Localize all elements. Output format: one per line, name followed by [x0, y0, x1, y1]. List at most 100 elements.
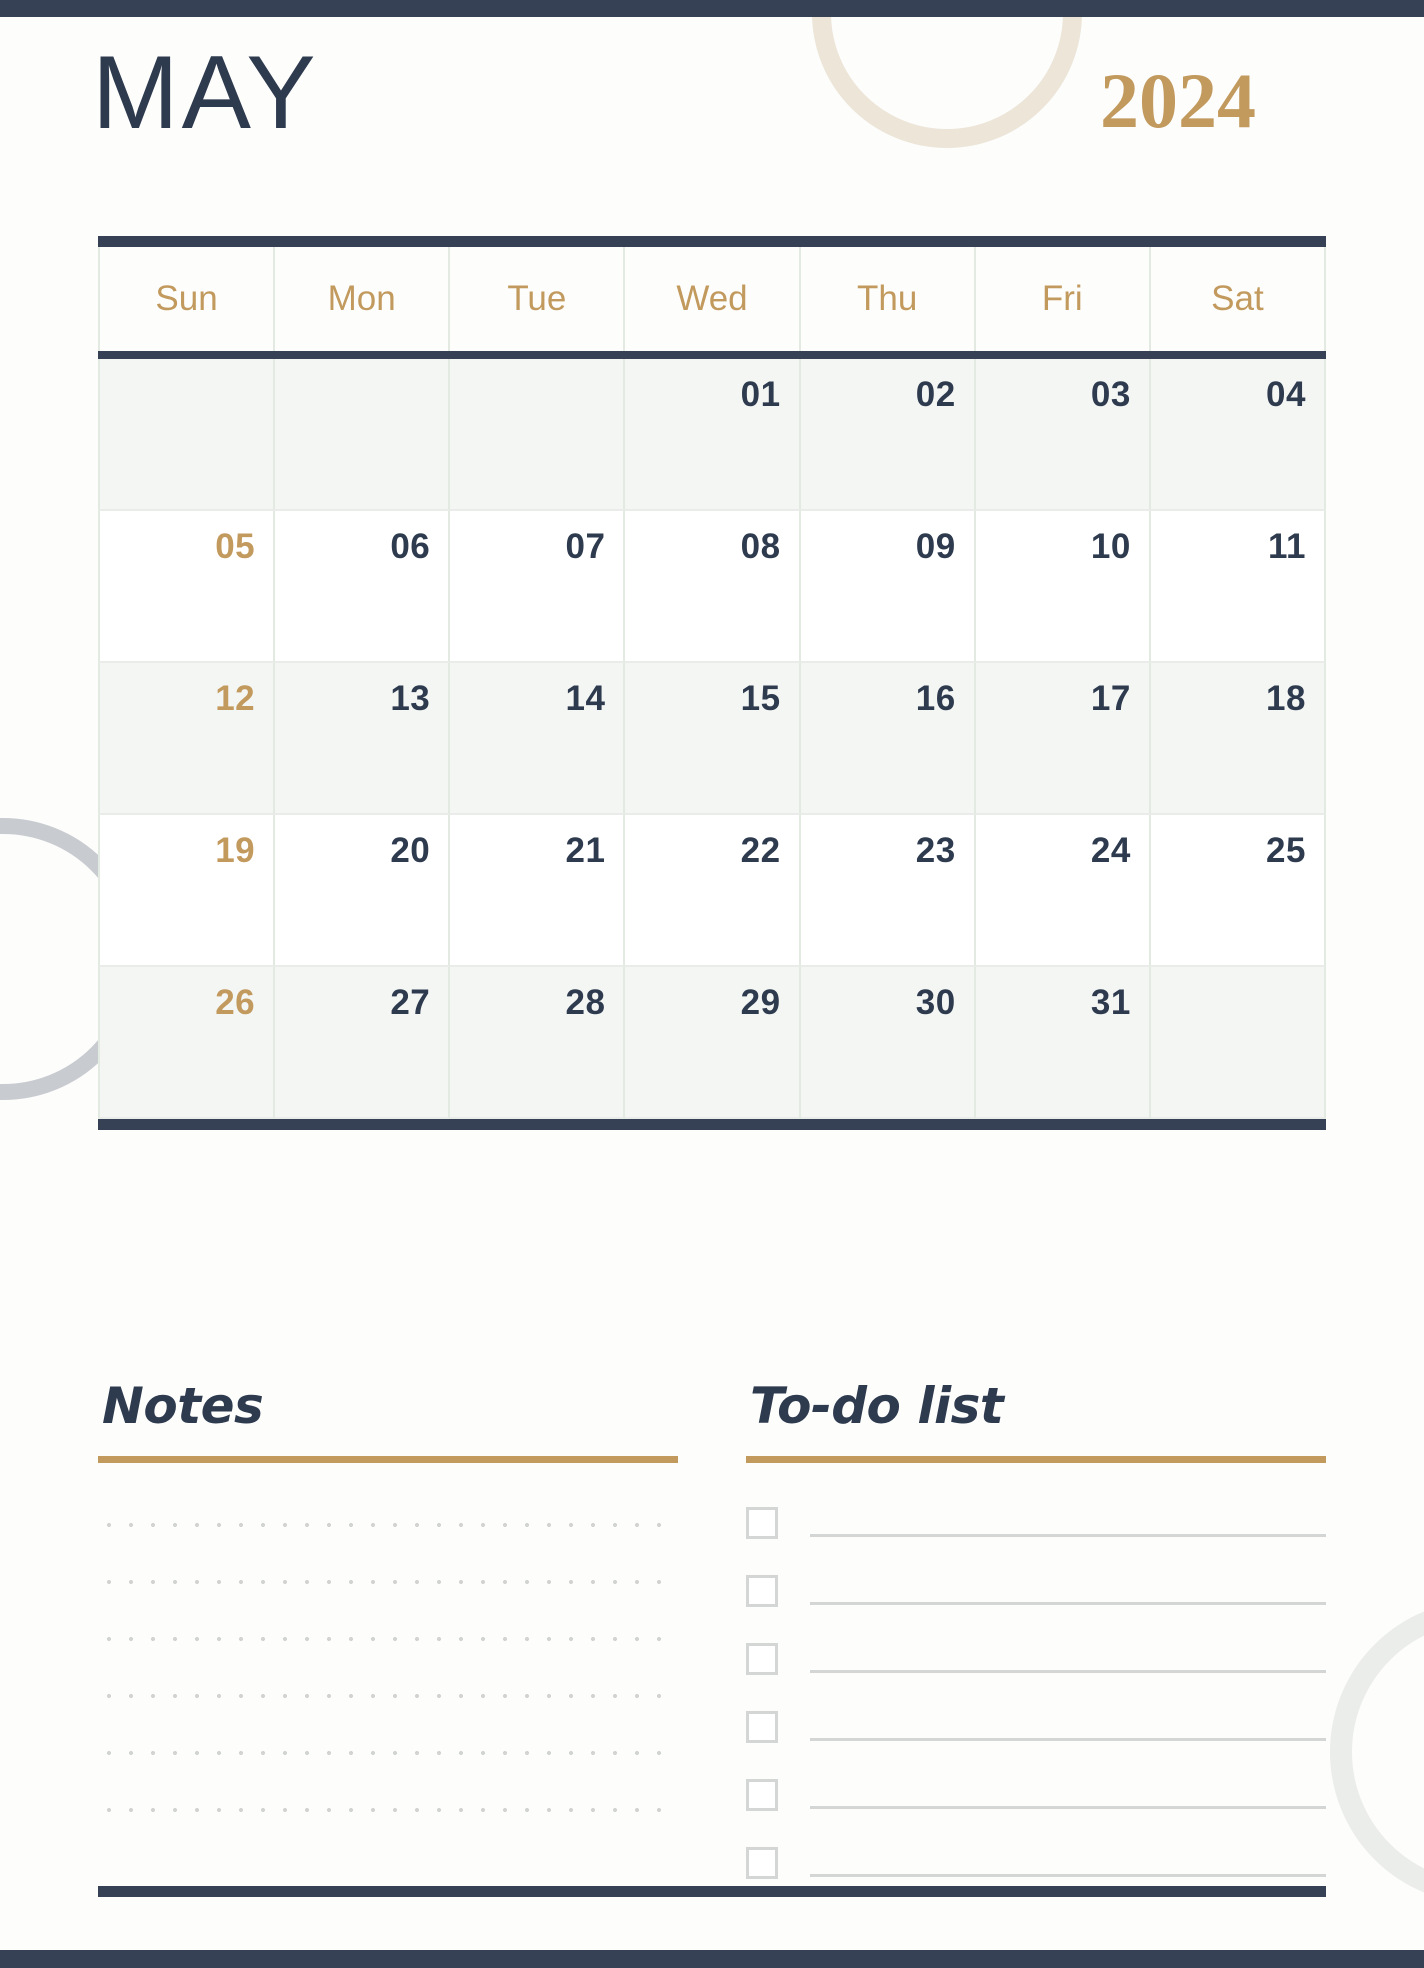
day-cell-19[interactable]: 19	[98, 815, 276, 967]
notes-writing-lines[interactable]	[98, 1521, 678, 1814]
notes-line[interactable]	[98, 1578, 678, 1586]
todo-title: To-do list	[750, 1377, 1004, 1435]
day-cell-24[interactable]: 24	[975, 815, 1151, 967]
day-number: 29	[740, 983, 781, 1022]
day-cell-12[interactable]: 12	[98, 663, 276, 815]
todo-writing-line[interactable]	[810, 1670, 1326, 1673]
notes-line[interactable]	[98, 1521, 678, 1529]
day-cell-31[interactable]: 31	[975, 967, 1151, 1119]
day-number: 16	[915, 679, 956, 718]
todo-row	[746, 1573, 1326, 1607]
day-cell-20[interactable]: 20	[275, 815, 451, 967]
day-number: 30	[915, 983, 956, 1022]
day-number: 14	[565, 679, 606, 718]
day-cell-07[interactable]: 07	[450, 511, 626, 663]
lower-sections: Notes To-do list	[98, 1378, 1326, 1913]
weekday-header-row: Sun Mon Tue Wed Thu Fri Sat	[98, 247, 1326, 351]
day-number: 20	[390, 831, 431, 870]
day-cell-25[interactable]: 25	[1150, 815, 1326, 967]
todo-row	[746, 1777, 1326, 1811]
notes-line[interactable]	[98, 1635, 678, 1643]
week-row: 26 27 28 29 30 31	[98, 967, 1326, 1119]
todo-writing-line[interactable]	[810, 1602, 1326, 1605]
day-cell-30[interactable]: 30	[800, 967, 976, 1119]
todo-checkbox[interactable]	[746, 1847, 778, 1879]
day-cell-21[interactable]: 21	[450, 815, 626, 967]
weeks-container: 01 02 03 04 05 06 07 08 09 10 11 12 13 14 15 16 17 18 19 20…	[98, 359, 1326, 1119]
weekday-header-tue: Tue	[450, 247, 626, 351]
todo-checkbox[interactable]	[746, 1507, 778, 1539]
todo-items-container	[746, 1505, 1326, 1879]
notes-line[interactable]	[98, 1749, 678, 1757]
day-cell-14[interactable]: 14	[450, 663, 626, 815]
grid-header-rule	[98, 351, 1326, 359]
day-cell-02[interactable]: 02	[800, 359, 976, 511]
day-number: 03	[1090, 375, 1131, 414]
calendar-page: MAY 2024 Sun Mon Tue Wed Thu Fri Sat 01 02 03 04 0…	[0, 0, 1424, 1968]
week-row: 19 20 21 22 23 24 25	[98, 815, 1326, 967]
day-cell-15[interactable]: 15	[625, 663, 801, 815]
notes-underline	[98, 1456, 678, 1463]
day-number: 12	[215, 679, 256, 718]
week-row: 05 06 07 08 09 10 11	[98, 511, 1326, 663]
week-row: 12 13 14 15 16 17 18	[98, 663, 1326, 815]
panel-spacer	[678, 1378, 746, 1913]
todo-checkbox[interactable]	[746, 1643, 778, 1675]
weekday-header-thu: Thu	[801, 247, 976, 351]
day-number: 05	[215, 527, 256, 566]
day-number: 17	[1090, 679, 1131, 718]
todo-writing-line[interactable]	[810, 1738, 1326, 1741]
day-cell-11[interactable]: 11	[1150, 511, 1326, 663]
day-cell-23[interactable]: 23	[800, 815, 976, 967]
day-number: 21	[565, 831, 606, 870]
day-cell-18[interactable]: 18	[1150, 663, 1326, 815]
day-number: 07	[565, 527, 606, 566]
day-cell-05[interactable]: 05	[98, 511, 276, 663]
grid-top-rule	[98, 236, 1326, 247]
day-cell-22[interactable]: 22	[625, 815, 801, 967]
todo-writing-line[interactable]	[810, 1534, 1326, 1537]
todo-writing-line[interactable]	[810, 1874, 1326, 1877]
day-cell-03[interactable]: 03	[975, 359, 1151, 511]
todo-underline	[746, 1456, 1326, 1463]
day-cell-08[interactable]: 08	[625, 511, 801, 663]
weekday-header-mon: Mon	[275, 247, 451, 351]
day-cell-27[interactable]: 27	[275, 967, 451, 1119]
day-number: 04	[1266, 375, 1306, 414]
day-cell-09[interactable]: 09	[800, 511, 976, 663]
day-number: 25	[1266, 831, 1306, 870]
day-cell-01[interactable]: 01	[625, 359, 801, 511]
notes-panel: Notes	[98, 1378, 678, 1913]
todo-panel: To-do list	[746, 1378, 1326, 1913]
day-cell-06[interactable]: 06	[275, 511, 451, 663]
day-cell-28[interactable]: 28	[450, 967, 626, 1119]
day-number: 15	[740, 679, 781, 718]
day-cell-13[interactable]: 13	[275, 663, 451, 815]
weekday-header-fri: Fri	[976, 247, 1151, 351]
todo-writing-line[interactable]	[810, 1806, 1326, 1809]
day-cell-29[interactable]: 29	[625, 967, 801, 1119]
day-cell-04[interactable]: 04	[1150, 359, 1326, 511]
todo-row	[746, 1709, 1326, 1743]
todo-checkbox[interactable]	[746, 1575, 778, 1607]
day-number: 24	[1090, 831, 1131, 870]
decorative-circle-bottom-right	[1330, 1600, 1424, 1904]
day-cell-17[interactable]: 17	[975, 663, 1151, 815]
todo-row	[746, 1505, 1326, 1539]
day-cell-26[interactable]: 26	[98, 967, 276, 1119]
day-number: 13	[390, 679, 431, 718]
notes-line[interactable]	[98, 1806, 678, 1814]
day-cell-empty	[450, 359, 626, 511]
day-number: 10	[1090, 527, 1131, 566]
year-title: 2024	[1100, 57, 1256, 144]
notes-line[interactable]	[98, 1692, 678, 1700]
day-cell-10[interactable]: 10	[975, 511, 1151, 663]
todo-checkbox[interactable]	[746, 1779, 778, 1811]
day-cell-16[interactable]: 16	[800, 663, 976, 815]
day-number: 18	[1266, 679, 1306, 718]
day-number: 28	[565, 983, 606, 1022]
weekday-header-sun: Sun	[98, 247, 276, 351]
day-number: 23	[915, 831, 956, 870]
day-number: 26	[215, 983, 256, 1022]
todo-checkbox[interactable]	[746, 1711, 778, 1743]
